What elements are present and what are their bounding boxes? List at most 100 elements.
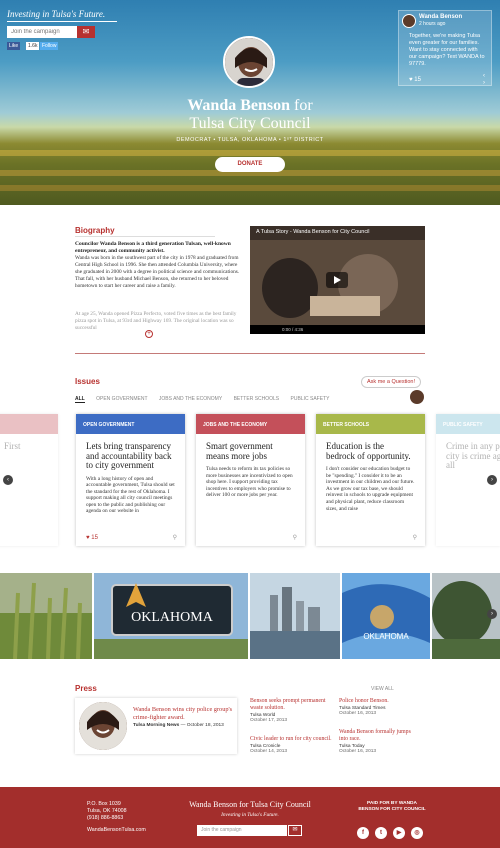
share-icon[interactable]: ⚲ — [413, 534, 417, 541]
tweet-text: Together, we're making Tulsa even greate… — [409, 33, 485, 67]
card-heading: Crime in any part of the city is crime a… — [446, 441, 500, 470]
donate-button[interactable]: DONATE — [215, 157, 285, 172]
video-title: A Tulsa Story - Wanda Benson for City Co… — [256, 229, 370, 235]
photo-skyline — [250, 573, 340, 659]
photos-next-icon[interactable]: › — [487, 609, 497, 619]
facebook-like-button[interactable]: Like — [7, 42, 21, 50]
issues-title: Issues — [75, 377, 100, 386]
filter-public-safety[interactable]: PUBLIC SAFETY — [291, 396, 330, 402]
facebook-icon[interactable]: f — [357, 827, 369, 839]
featured-press-card[interactable]: Wanda Benson wins city police group's cr… — [75, 698, 237, 754]
press-item-title[interactable]: Benson seeks prompt permanent waste solu… — [250, 698, 332, 712]
press-item-date: October 14, 2013 — [250, 749, 288, 754]
featured-press-title[interactable]: Wanda Benson wins city police group's cr… — [133, 706, 233, 721]
video-time: 0:00 — [282, 327, 291, 332]
footer-join-button[interactable]: ✉ — [288, 825, 302, 836]
sign-text: OKLAHOMA — [131, 610, 214, 625]
video-player[interactable]: A Tulsa Story - Wanda Benson for City Co… — [250, 226, 425, 334]
share-icon[interactable]: ⚲ — [293, 534, 297, 541]
site-footer: P.O. Box 1039 Tulsa, OK 74008 (918) 886-… — [0, 787, 500, 848]
photo-flag: OKLAHOMA — [342, 573, 430, 659]
name-suffix: for — [290, 97, 313, 114]
card-heading: Education is the bedrock of opportunity. — [326, 441, 411, 461]
play-icon[interactable] — [326, 272, 348, 288]
header-tagline: Investing in Tulsa's Future. — [7, 9, 106, 19]
card-tag: BETTER SCHOOLS — [316, 414, 425, 434]
press-item-date: October 16, 2013 — [339, 711, 377, 716]
video-duration: 4:36 — [294, 327, 304, 332]
press-source: Tulsa Morning News — [133, 723, 180, 728]
tweet-hearts[interactable]: ♥ 15 — [409, 77, 421, 83]
biography-text: Wanda was born in the southwest part of … — [75, 255, 240, 289]
biography-rule — [75, 236, 215, 237]
press-item[interactable]: Police honor Benson. Tulsa Standard Time… — [339, 698, 421, 716]
ask-avatar — [410, 390, 424, 404]
card-body: With a long history of open and accounta… — [86, 475, 175, 515]
field-stripe — [0, 150, 500, 156]
press-view-all-link[interactable]: VIEW ALL — [371, 686, 394, 692]
featured-press-photo — [79, 702, 127, 750]
carousel-prev-icon[interactable]: ‹ — [3, 475, 13, 485]
filter-all[interactable]: ALL — [75, 396, 85, 403]
tweet-widget: Wanda Benson 2 hours ago Together, we're… — [398, 10, 492, 86]
card-likes[interactable]: ♥ 15 — [86, 535, 98, 541]
filter-jobs-economy[interactable]: JOBS AND THE ECONOMY — [159, 396, 222, 402]
photo-oklahoma-sign: OKLAHOMA — [94, 573, 248, 659]
flag-text: OKLAHOMA — [363, 632, 409, 641]
biography-title: Biography — [75, 226, 115, 235]
card-heading: First — [4, 441, 21, 451]
press-item-date: October 16, 2013 — [339, 749, 377, 754]
press-item[interactable]: Wanda Benson formally jumps into race. T… — [339, 729, 421, 754]
issue-card[interactable]: BETTER SCHOOLS Education is the bedrock … — [316, 414, 425, 546]
hero-subtitle: DEMOCRAT • TULSA, OKLAHOMA • 1ˢᵀ DISTRIC… — [176, 137, 324, 143]
filter-open-government[interactable]: OPEN GOVERNMENT — [96, 396, 147, 402]
tweet-time: 2 hours ago — [419, 21, 446, 27]
section-divider — [75, 353, 425, 354]
hero-office: Tulsa City Council — [189, 115, 311, 132]
press-item-title[interactable]: Police honor Benson. — [339, 698, 421, 705]
press-title: Press — [75, 684, 97, 693]
twitter-follow-button[interactable]: Follow — [40, 42, 59, 50]
instagram-icon[interactable]: ◎ — [411, 827, 423, 839]
like-count: 1.6k — [26, 42, 40, 50]
ask-question-button[interactable]: Ask me a Question! — [361, 376, 421, 388]
video-controls[interactable]: 0:00 / 4:36 — [250, 325, 425, 334]
paid-for-by: PAID FOR BY WANDA BENSON FOR CITY COUNCI… — [358, 801, 426, 812]
biography-lead: Councilor Wanda Benson is a third genera… — [75, 241, 231, 254]
tweet-avatar — [402, 14, 416, 28]
card-heading: Smart government means more jobs — [206, 441, 273, 461]
tagline-underline — [7, 21, 117, 22]
read-more-button[interactable]: + — [145, 330, 153, 338]
issue-card[interactable]: JOBS AND THE ECONOMY Smart government me… — [196, 414, 305, 546]
biography-text-faded: At age 25, Wanda opened Pizza Perfecto, … — [75, 311, 237, 331]
card-body: I don't consider our education budget to… — [326, 466, 415, 512]
youtube-icon[interactable]: ▶ — [393, 827, 405, 839]
candidate-portrait — [223, 36, 275, 88]
card-heading: Lets bring transparency and accountabili… — [86, 441, 172, 470]
hero-name: Wanda Benson for — [0, 97, 500, 115]
card-header — [0, 414, 58, 434]
hero-banner: Investing in Tulsa's Future. ✉ Like 1.6k… — [0, 0, 500, 205]
card-body: Tulsa needs to reform its tax policies s… — [206, 466, 293, 499]
press-item[interactable]: Benson seeks prompt permanent waste solu… — [250, 698, 332, 723]
press-item-title[interactable]: Wanda Benson formally jumps into race. — [339, 729, 421, 743]
share-icon[interactable]: ⚲ — [173, 534, 177, 541]
field-stripe — [0, 185, 500, 191]
press-item-title[interactable]: Civic leader to run for city council. — [250, 736, 332, 743]
issue-filters: ALL OPEN GOVERNMENT JOBS AND THE ECONOMY… — [75, 396, 339, 403]
issue-card[interactable]: OPEN GOVERNMENT Lets bring transparency … — [76, 414, 185, 546]
footer-join-input[interactable]: Join the campaign — [197, 825, 287, 836]
footer-website-link[interactable]: WandaBensonTulsa.com — [87, 827, 146, 833]
press-date: October 18, 2013 — [186, 723, 224, 728]
tweet-prev-icon[interactable]: ‹ — [483, 73, 485, 79]
tweet-next-icon[interactable]: › — [483, 80, 485, 86]
join-submit-button[interactable]: ✉ — [77, 26, 95, 38]
photo-strip: OKLAHOMA OKLAHOMA › — [0, 573, 500, 659]
press-item[interactable]: Civic leader to run for city council. Tu… — [250, 736, 332, 754]
filter-better-schools[interactable]: BETTER SCHOOLS — [234, 396, 280, 402]
candidate-name: Wanda Benson — [187, 97, 291, 114]
card-tag: OPEN GOVERNMENT — [76, 414, 185, 434]
twitter-icon[interactable]: t — [375, 827, 387, 839]
carousel-next-icon[interactable]: › — [487, 475, 497, 485]
featured-press-meta: Tulsa Morning News — October 18, 2013 — [133, 723, 224, 728]
